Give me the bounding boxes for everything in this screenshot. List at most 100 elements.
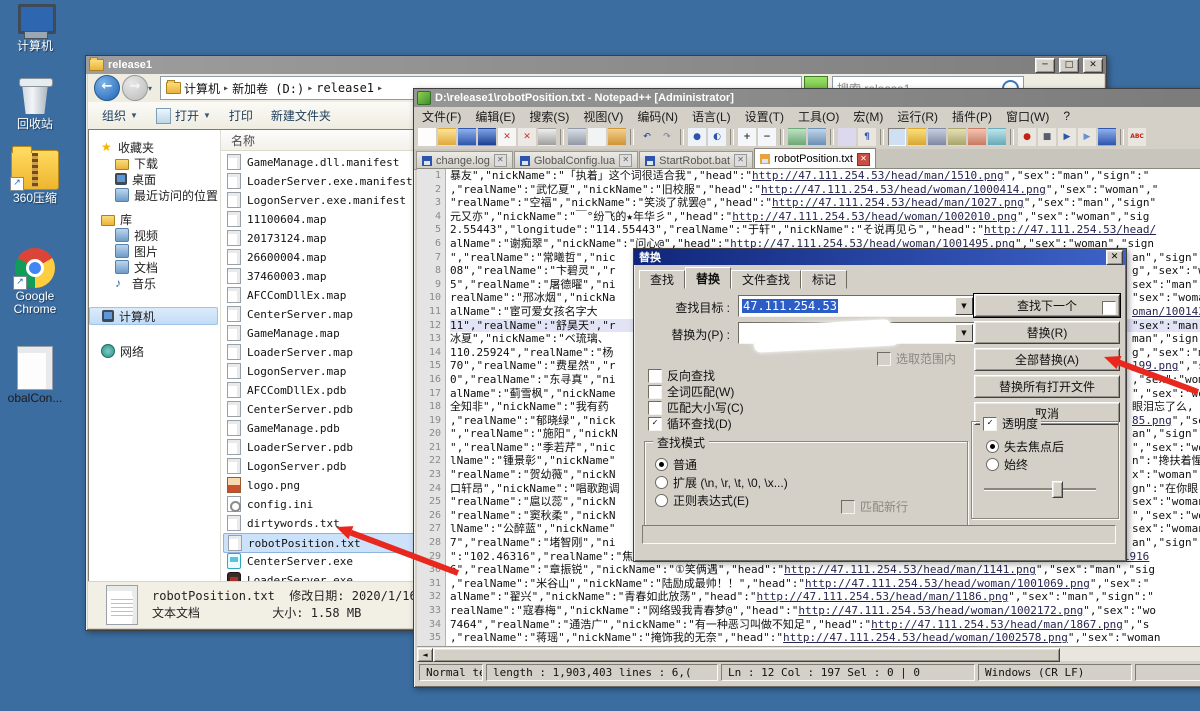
toolbar-打印[interactable]: 打印 bbox=[229, 107, 253, 124]
sidebar-item-桌面[interactable]: 桌面 bbox=[89, 171, 218, 187]
checkbox-循环查找(D)[interactable]: ✓循环查找(D) bbox=[648, 415, 732, 432]
tab-change.log[interactable]: change.log✕ bbox=[416, 151, 513, 169]
macro-play-icon[interactable]: ▶ bbox=[1058, 128, 1076, 146]
slider-thumb[interactable] bbox=[1052, 481, 1063, 498]
breadcrumb-item[interactable]: 新加卷 (D:) bbox=[232, 80, 304, 97]
in-selection-checkbox[interactable]: 选取范围内 bbox=[877, 350, 956, 367]
tab-GlobalConfig.lua[interactable]: GlobalConfig.lua✕ bbox=[514, 151, 638, 169]
chevron-down-icon[interactable]: ▼ bbox=[955, 297, 973, 315]
transparency-slider[interactable] bbox=[984, 488, 1096, 490]
macro-save-icon[interactable] bbox=[1098, 128, 1116, 146]
function-list-icon[interactable] bbox=[908, 128, 926, 146]
toolbar-组织[interactable]: 组织▼ bbox=[102, 107, 138, 124]
dialog-tab-文件查找[interactable]: 文件查找 bbox=[731, 270, 801, 289]
tab-close-icon[interactable]: ✕ bbox=[494, 154, 507, 167]
paste-icon[interactable] bbox=[608, 128, 626, 146]
scroll-left-arrow[interactable]: ◄ bbox=[417, 648, 433, 662]
replace-icon[interactable]: ◐ bbox=[708, 128, 726, 146]
toolbar-新建文件夹[interactable]: 新建文件夹 bbox=[271, 107, 331, 124]
sidebar-item-收藏夹[interactable]: ★收藏夹 bbox=[89, 139, 218, 155]
dialog-tab-替换[interactable]: 替换 bbox=[685, 267, 731, 289]
zoom-out-icon[interactable]: − bbox=[758, 128, 776, 146]
menu-工具(O)[interactable]: 工具(O) bbox=[798, 108, 839, 125]
button-替换(R)[interactable]: 替换(R) bbox=[974, 321, 1120, 344]
desktop-icon-360zip[interactable]: ↗360压缩 bbox=[4, 150, 66, 205]
tab-close-icon[interactable]: ✕ bbox=[734, 154, 747, 167]
file-row-LogonServer.exe.manifest[interactable]: LogonServer.exe.manifest bbox=[223, 191, 413, 209]
file-row-GameManage.map[interactable]: GameManage.map bbox=[223, 324, 413, 342]
folder-as-workspace-icon[interactable] bbox=[968, 128, 986, 146]
file-row-robotPosition.txt[interactable]: robotPosition.txt bbox=[223, 533, 415, 553]
radio-正则表达式(E)[interactable]: 正则表达式(E) bbox=[655, 492, 749, 509]
file-row-LoaderServer.exe.manifest[interactable]: LoaderServer.exe.manifest bbox=[223, 172, 413, 190]
desktop-icon-recycle-bin[interactable]: 回收站 bbox=[4, 76, 66, 131]
redo-icon[interactable]: ↷ bbox=[658, 128, 676, 146]
sidebar-item-音乐[interactable]: ♪音乐 bbox=[89, 275, 218, 291]
file-row-LoaderServer.pdb[interactable]: LoaderServer.pdb bbox=[223, 438, 413, 456]
file-row-11100604.map[interactable]: 11100604.map bbox=[223, 210, 413, 228]
unlabeled-checkbox[interactable] bbox=[1102, 301, 1116, 315]
toolbar-打开[interactable]: 打开▼ bbox=[156, 107, 211, 124]
file-row-CenterServer.exe[interactable]: CenterServer.exe bbox=[223, 552, 413, 570]
undo-icon[interactable]: ↶ bbox=[638, 128, 656, 146]
dialog-tab-查找[interactable]: 查找 bbox=[639, 270, 685, 289]
save-icon[interactable] bbox=[458, 128, 476, 146]
radio-扩展 (\n, \r, \t, \0, \x...)[interactable]: 扩展 (\n, \r, \t, \0, \x...) bbox=[655, 474, 788, 491]
button-查找下一个[interactable]: 查找下一个 bbox=[974, 294, 1120, 317]
button-全部替换(A)[interactable]: 全部替换(A) bbox=[974, 348, 1120, 371]
print-icon[interactable] bbox=[538, 128, 556, 146]
radio-始终[interactable]: 始终 bbox=[986, 456, 1028, 473]
sidebar-item-计算机[interactable]: 计算机 bbox=[89, 307, 218, 325]
file-row-config.ini[interactable]: config.ini bbox=[223, 495, 413, 513]
explorer-title-bar[interactable]: release1 ─ □ ✕ bbox=[86, 56, 1106, 74]
maximize-button[interactable]: □ bbox=[1059, 58, 1079, 73]
zoom-in-icon[interactable]: + bbox=[738, 128, 756, 146]
sidebar-item-库[interactable]: 库 bbox=[89, 211, 218, 227]
radio-失去焦点后[interactable]: 失去焦点后 bbox=[986, 438, 1064, 455]
minimize-button[interactable]: ─ bbox=[1035, 58, 1055, 73]
back-button[interactable]: ← bbox=[94, 75, 120, 101]
file-row-20173124.map[interactable]: 20173124.map bbox=[223, 229, 413, 247]
menu-设置(T)[interactable]: 设置(T) bbox=[745, 108, 784, 125]
file-row-LoaderServer.map[interactable]: LoaderServer.map bbox=[223, 343, 413, 361]
sidebar-item-网络[interactable]: 网络 bbox=[89, 343, 218, 359]
sync-vertical-icon[interactable] bbox=[788, 128, 806, 146]
find-what-combobox[interactable]: 47.111.254.53 ▼ bbox=[738, 295, 975, 317]
desktop-icon-globalcon[interactable]: obalCon... bbox=[4, 346, 66, 405]
sidebar-item-视频[interactable]: 视频 bbox=[89, 227, 218, 243]
file-row-LogonServer.map[interactable]: LogonServer.map bbox=[223, 362, 413, 380]
button-替换所有打开文件[interactable]: 替换所有打开文件 bbox=[974, 375, 1120, 398]
replace-dialog-title-bar[interactable]: 替换 ✕ bbox=[634, 249, 1126, 265]
breadcrumb-item[interactable]: 计算机 bbox=[184, 80, 220, 97]
macro-stop-icon[interactable]: ■ bbox=[1038, 128, 1056, 146]
menu-宏(M)[interactable]: 宏(M) bbox=[853, 108, 883, 125]
dialog-tab-标记[interactable]: 标记 bbox=[801, 270, 847, 289]
close-all-icon[interactable]: ✕ bbox=[518, 128, 536, 146]
menu-搜索(S)[interactable]: 搜索(S) bbox=[529, 108, 569, 125]
new-file-icon[interactable] bbox=[418, 128, 436, 146]
file-row-CenterServer.map[interactable]: CenterServer.map bbox=[223, 305, 413, 323]
menu-运行(R)[interactable]: 运行(R) bbox=[897, 108, 938, 125]
menu-编辑(E)[interactable]: 编辑(E) bbox=[475, 108, 515, 125]
tab-StartRobot.bat[interactable]: StartRobot.bat✕ bbox=[639, 151, 753, 169]
tab-close-icon[interactable]: ✕ bbox=[619, 154, 632, 167]
sidebar-item-下载[interactable]: 下载 bbox=[89, 155, 218, 171]
document-switcher-icon[interactable] bbox=[948, 128, 966, 146]
file-monitor-icon[interactable] bbox=[988, 128, 1006, 146]
word-wrap-icon[interactable] bbox=[838, 128, 856, 146]
dialog-close-icon[interactable]: ✕ bbox=[1106, 250, 1123, 265]
desktop-icon-chrome[interactable]: ↗Google Chrome bbox=[4, 248, 66, 316]
scrollbar-thumb[interactable] bbox=[433, 648, 1060, 662]
menu-插件(P)[interactable]: 插件(P) bbox=[952, 108, 992, 125]
file-row-AFCComDllEx.pdb[interactable]: AFCComDllEx.pdb bbox=[223, 381, 413, 399]
file-row-logo.png[interactable]: logo.png bbox=[223, 476, 413, 494]
tab-robotPosition.txt[interactable]: robotPosition.txt✕ bbox=[754, 148, 876, 169]
file-row-37460003.map[interactable]: 37460003.map bbox=[223, 267, 413, 285]
file-row-LogonServer.pdb[interactable]: LogonServer.pdb bbox=[223, 457, 413, 475]
radio-普通[interactable]: 普通 bbox=[655, 456, 697, 473]
file-row-GameManage.pdb[interactable]: GameManage.pdb bbox=[223, 419, 413, 437]
menu-编码(N)[interactable]: 编码(N) bbox=[637, 108, 678, 125]
sidebar-item-图片[interactable]: 图片 bbox=[89, 243, 218, 259]
checkbox-匹配大小写(C)[interactable]: 匹配大小写(C) bbox=[648, 399, 744, 416]
file-row-GameManage.dll.manifest[interactable]: GameManage.dll.manifest bbox=[223, 153, 413, 171]
